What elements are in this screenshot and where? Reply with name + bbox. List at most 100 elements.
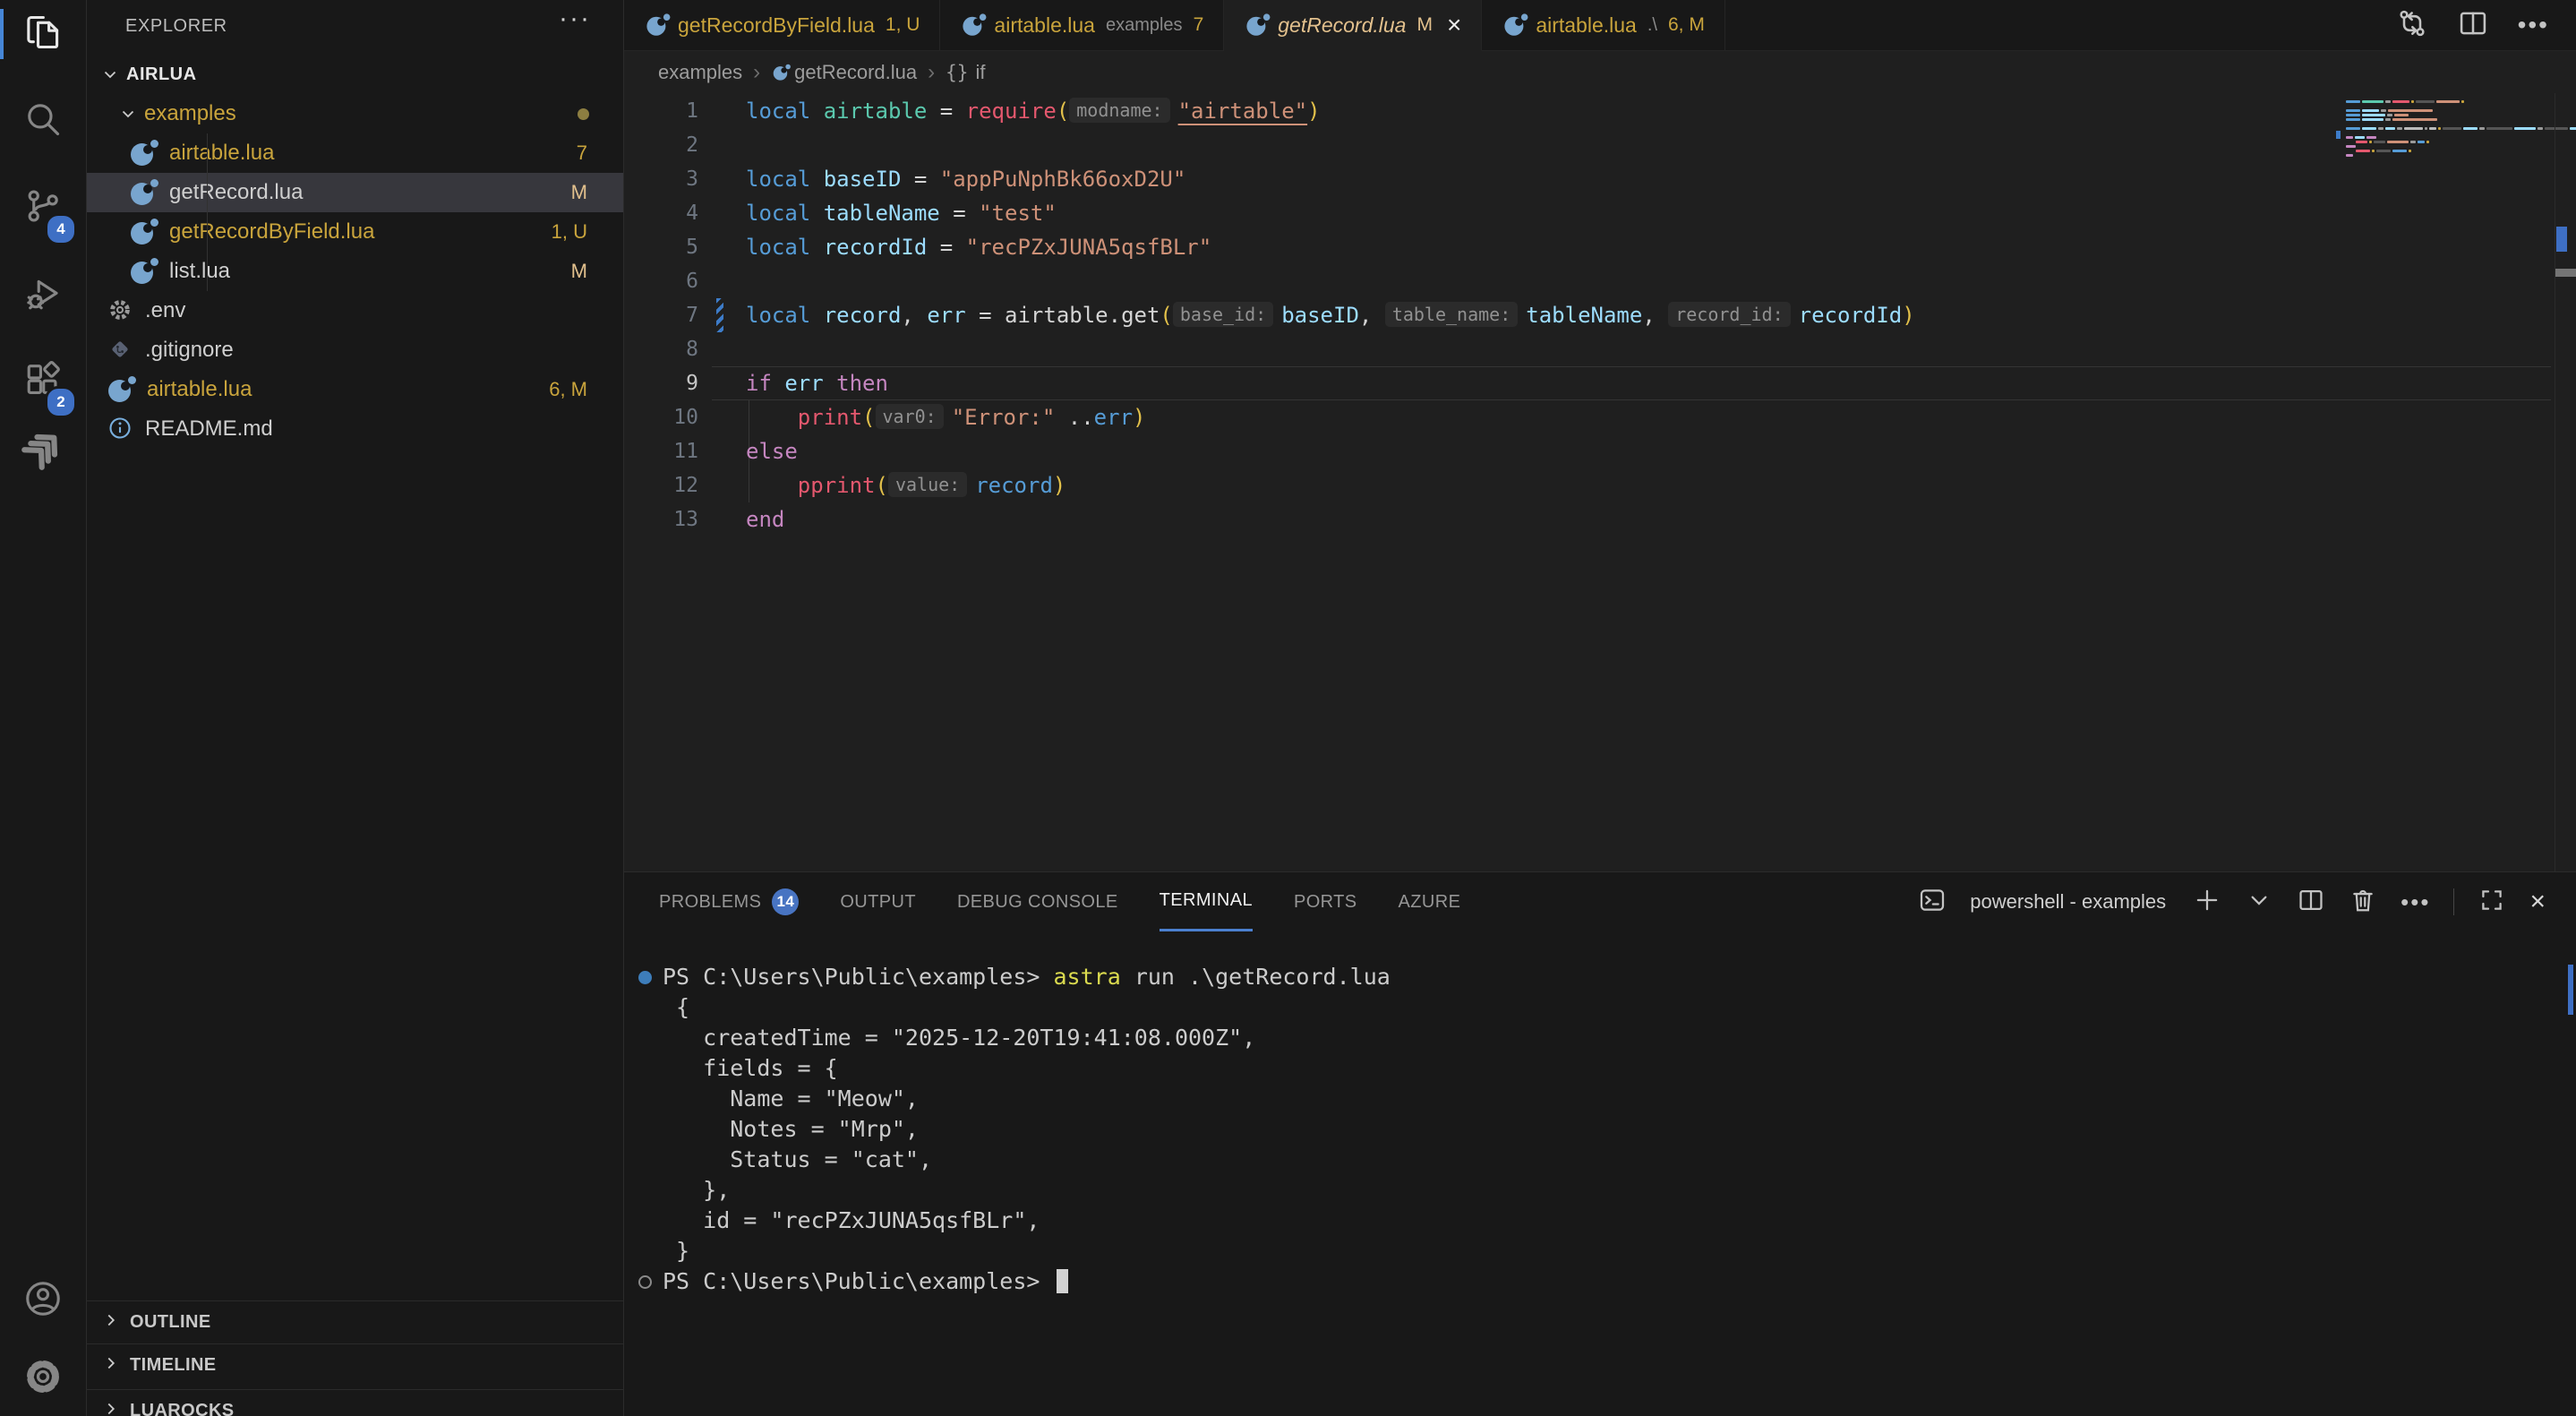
activity-item-search[interactable] <box>0 87 86 155</box>
activity-item-explorer[interactable] <box>0 0 86 68</box>
minimap-line <box>2416 100 2435 103</box>
trash-icon[interactable] <box>2349 886 2377 919</box>
panel-tab-debug-console[interactable]: DEBUG CONSOLE <box>957 872 1118 931</box>
close-icon[interactable]: × <box>1447 13 1461 38</box>
terminal-text: Status = "cat", <box>663 1146 932 1172</box>
terminal-line: }, <box>663 1175 730 1206</box>
panel-tab-azure[interactable]: AZURE <box>1399 872 1461 931</box>
split-icon[interactable] <box>2297 886 2325 919</box>
gear-icon <box>23 1357 63 1401</box>
panel-tab-label: TERMINAL <box>1160 890 1253 911</box>
panel-tab-label: DEBUG CONSOLE <box>957 892 1118 913</box>
code-token: err <box>1094 405 1133 430</box>
activity-item-run-debug[interactable] <box>0 262 86 330</box>
tab-getrecord-lua[interactable]: getRecord.luaM× <box>1224 0 1482 51</box>
terminal-scrollbar-decoration[interactable] <box>2568 965 2573 1015</box>
minimap-line <box>2425 127 2427 130</box>
ellipsis-icon[interactable]: ••• <box>2518 11 2549 39</box>
code-token <box>746 405 798 430</box>
code-token: = <box>940 235 966 260</box>
tree-item-airtable-lua[interactable]: airtable.lua 7 <box>87 133 623 173</box>
code-token: require <box>966 99 1057 124</box>
tab-git-badge: 6, M <box>1668 14 1705 36</box>
inlay-hint: base_id: <box>1173 302 1273 327</box>
code-token: ( <box>1160 303 1172 328</box>
open-changes-icon[interactable] <box>2396 7 2428 44</box>
section-label: LUAROCKS <box>130 1401 235 1416</box>
tree-item--gitignore[interactable]: .gitignore <box>87 330 623 370</box>
minimap-modified-indicator <box>2336 131 2341 139</box>
tree-item-readme-md[interactable]: README.md <box>87 409 623 449</box>
overview-slider-mark <box>2555 269 2576 277</box>
code-token: = <box>953 201 979 226</box>
minimap-line <box>2385 127 2395 130</box>
code-token: local <box>746 235 824 260</box>
code-token: then <box>836 371 888 396</box>
minimap-line <box>2346 109 2360 112</box>
chevron-down-icon <box>99 64 121 85</box>
plus-icon[interactable] <box>2193 886 2221 919</box>
git-problems-badge: 7 <box>577 142 587 165</box>
tree-item-label: .env <box>145 298 185 323</box>
activity-item-settings[interactable] <box>0 1344 86 1412</box>
tree-item-airtable-lua[interactable]: airtable.lua6, M <box>87 370 623 409</box>
tree-item-getrecordbyfield-lua[interactable]: getRecordByField.lua1, U <box>87 212 623 252</box>
panel-tab-terminal[interactable]: TERMINAL <box>1160 872 1253 931</box>
minimap[interactable] <box>2346 100 2552 208</box>
minimap-line <box>2479 127 2485 130</box>
code-token: ( <box>862 405 875 430</box>
terminal-ps-icon <box>1918 886 1947 919</box>
tab-getrecordbyfield-lua[interactable]: getRecordByField.lua1, U <box>624 0 940 50</box>
terminal-line: id = "recPZxJUNA5qsfBLr", <box>663 1206 1040 1236</box>
tree-item-airlua[interactable]: AIRLUA <box>87 55 623 94</box>
tab-airtable-lua[interactable]: airtable.luaexamples7 <box>940 0 1224 50</box>
section-outline[interactable]: OUTLINE <box>87 1300 623 1343</box>
activity-item-chevrons[interactable] <box>0 416 86 485</box>
chevron-down-icon[interactable] <box>2245 886 2273 919</box>
section-luarocks[interactable]: LUAROCKS <box>87 1389 623 1416</box>
code-token: recordId <box>1799 303 1903 328</box>
split-icon[interactable] <box>2457 7 2489 44</box>
badge-extensions: 2 <box>45 386 77 418</box>
panel-tab-label: PROBLEMS <box>659 892 761 913</box>
terminal-text: id = "recPZxJUNA5qsfBLr", <box>663 1207 1040 1233</box>
tree-item-examples[interactable]: examples <box>87 94 623 133</box>
tree-item-label: airtable.lua <box>147 377 252 402</box>
panel-tab-output[interactable]: OUTPUT <box>840 872 916 931</box>
minimap-line <box>2409 150 2411 152</box>
line-number: 5 <box>624 230 698 264</box>
tree-item--env[interactable]: .env <box>87 291 623 330</box>
code-editor[interactable]: 1local airtable = require(modname:"airta… <box>624 93 2576 871</box>
terminal-instance-label[interactable]: powershell - examples <box>1970 890 2166 914</box>
breadcrumb-item[interactable]: if <box>975 61 985 84</box>
section-timeline[interactable]: TIMELINE <box>87 1343 623 1386</box>
ellipsis-icon[interactable]: ••• <box>2401 888 2430 916</box>
code-token: baseID <box>824 167 914 192</box>
minimap-line <box>2355 136 2365 139</box>
activity-item-source-control[interactable]: 4 <box>0 174 86 242</box>
breadcrumb-item[interactable]: examples <box>658 61 742 84</box>
maximize-icon[interactable] <box>2478 886 2506 919</box>
badge-source-control: 4 <box>45 213 77 245</box>
tab-airtable-lua[interactable]: airtable.lua.\6, M <box>1482 0 1725 50</box>
close-icon[interactable]: × <box>2529 888 2546 915</box>
minimap-line <box>2346 114 2360 116</box>
terminal-text: { <box>663 994 689 1020</box>
tree-item-label: airtable.lua <box>169 141 274 166</box>
panel-tab-problems[interactable]: PROBLEMS14 <box>659 872 799 931</box>
activity-item-account[interactable] <box>0 1266 86 1334</box>
tree-item-getrecord-lua[interactable]: getRecord.luaM <box>87 173 623 212</box>
minimap-line <box>2463 127 2478 130</box>
panel-tab-ports[interactable]: PORTS <box>1294 872 1357 931</box>
minimap-line <box>2362 109 2379 112</box>
overview-ruler[interactable] <box>2555 93 2576 871</box>
tab-label: getRecordByField.lua <box>678 13 875 38</box>
explorer-sidebar: EXPLORER ··· AIRLUAexamplesairtable.lua7… <box>87 0 624 1416</box>
breadcrumb-item[interactable]: getRecord.lua <box>794 61 917 84</box>
tree-item-list-lua[interactable]: list.luaM <box>87 252 623 291</box>
code-token: tableName <box>824 201 954 226</box>
code-token: err <box>784 371 836 396</box>
activity-item-extensions[interactable]: 2 <box>0 347 86 415</box>
explorer-more-actions-icon[interactable]: ··· <box>559 4 591 34</box>
terminal-line: Name = "Meow", <box>663 1084 919 1114</box>
